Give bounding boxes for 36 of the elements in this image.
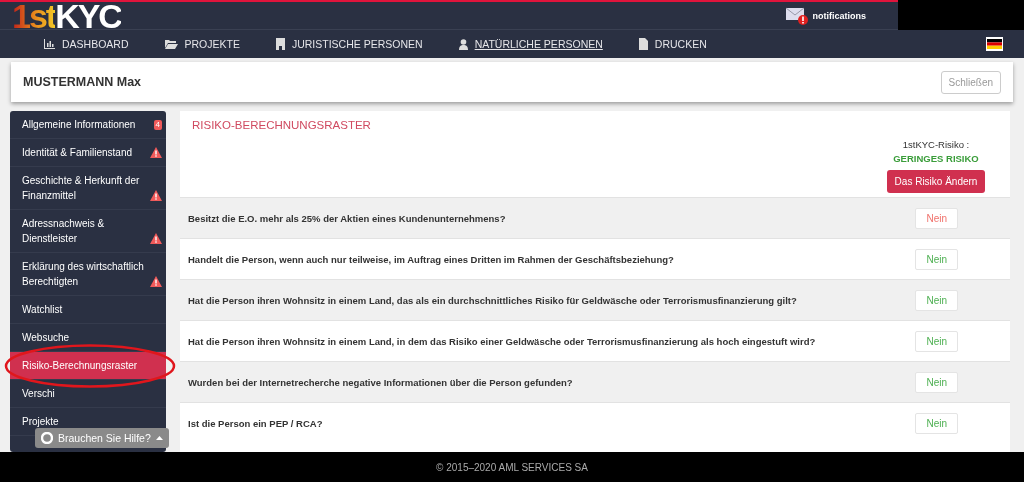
user-icon: [458, 38, 468, 50]
question-text: Wurden bei der Internetrecherche negative Informationen über die Person gefunden?: [188, 376, 573, 388]
question-text: Hat die Person ihren Wohnsitz in einem Land, in dem das Risiko einer Geldwäsche oder Terrorismusfinanzierung als hoch eingestuft wird?: [188, 335, 816, 347]
german-flag-icon[interactable]: [986, 37, 1003, 51]
nav-link[interactable]: NATÜRLICHE PERSONEN: [458, 38, 603, 50]
count-badge: 4: [153, 119, 162, 130]
file-icon: [638, 38, 648, 50]
question-text: Ist die Person ein PEP / RCA?: [188, 417, 323, 429]
lifebuoy-icon: [41, 432, 53, 444]
building-icon: [275, 38, 285, 50]
panel-title: RISIKO-BERECHNUNGSRASTER: [192, 119, 372, 131]
risk-value: GERINGES RISIKO: [893, 153, 979, 164]
sidebar-item[interactable]: Adressnachweis & Dienstleister: [10, 210, 166, 253]
nav-link[interactable]: DASHBOARD: [44, 38, 129, 50]
caret-icon: [155, 436, 163, 440]
copyright-text: © 2015–2020 AML SERVICES SA: [436, 461, 588, 473]
sidebar-item[interactable]: Verschi: [10, 380, 166, 408]
sidebar-item[interactable]: Identität & Familienstand: [10, 139, 166, 167]
nav-link[interactable]: DRUCKEN: [638, 38, 707, 50]
sidebar-item[interactable]: Watchlist: [10, 296, 166, 324]
question-text: Hat die Person ihren Wohnsitz in einem Land, das als ein durchschnittliches Risiko für Geldwäsche oder Terrorismusfinanzierung gilt?: [188, 294, 797, 306]
nav-link[interactable]: PROJEKTE: [164, 38, 240, 50]
question-text: Besitzt die E.O. mehr als 25% der Aktien eines Kundenunternehmens?: [188, 212, 506, 224]
risk-label: 1stKYC-Risiko :: [902, 139, 970, 150]
nav-link[interactable]: JURISTISCHE PERSONEN: [275, 38, 423, 50]
sidebar-item[interactable]: Erklärung des wirtschaftlich Berechtigten: [10, 253, 166, 296]
notifications-link[interactable]: notifications: [812, 10, 866, 21]
bar-chart-icon: [44, 39, 55, 49]
change-risk-button[interactable]: Das Risiko Ändern: [886, 170, 986, 193]
sidebar-item[interactable]: Risiko-Berechnungsraster: [10, 352, 166, 380]
sidebar-item[interactable]: Geschichte & Herkunft der Finanzmittel: [10, 167, 166, 210]
question-text: Handelt die Person, wenn auch nur teilweise, im Auftrag eines Dritten im Rahmen der Geschäftsbeziehung?: [188, 253, 674, 265]
folder-icon: [164, 39, 178, 49]
person-name: MUSTERMANN Max: [23, 75, 142, 89]
mail-alert-icon[interactable]: [784, 5, 809, 26]
sidebar-item[interactable]: Allgemeine Informationen 4: [10, 111, 166, 139]
